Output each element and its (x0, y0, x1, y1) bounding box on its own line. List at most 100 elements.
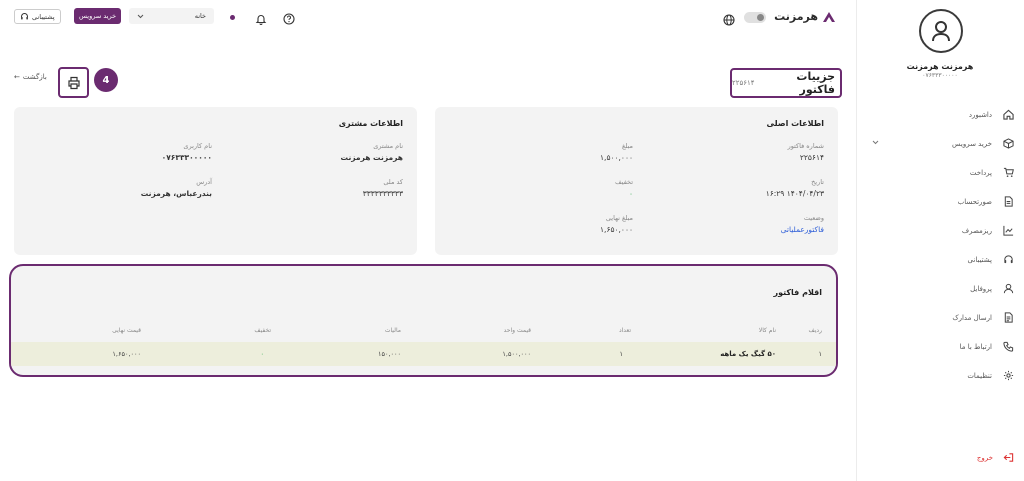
invoice-icon (1002, 196, 1014, 208)
table-header: ردیف نام کالا تعداد قیمت واحد مالیات تخف… (11, 324, 836, 336)
sidebar-item-invoice[interactable]: صورتحساب (856, 187, 1024, 216)
sidebar-item-label: پرداخت (969, 168, 992, 177)
brand-name: هرمزنت (774, 10, 818, 23)
globe-icon[interactable] (723, 11, 735, 30)
table-cell: ۱۵۰,۰۰۰ (377, 350, 401, 358)
table-row: ۱ ۵۰ گیگ یک ماهه ۱ ۱,۵۰۰,۰۰۰ ۱۵۰,۰۰۰ ۰ ۱… (11, 342, 836, 366)
logout-icon (1003, 452, 1014, 463)
status-dot (230, 15, 235, 20)
field-label: وضعیت (803, 214, 824, 222)
column-header: تعداد (618, 326, 631, 334)
invoice-items-card: اقلام فاکتور ردیف نام کالا تعداد قیمت وا… (9, 264, 838, 377)
logout-label: خروج (976, 453, 993, 462)
column-header: نام کالا (758, 326, 776, 334)
field-label: تخفیف (615, 178, 633, 186)
sidebar-item-dashboard[interactable]: داشبورد (856, 100, 1024, 129)
printer-icon (67, 76, 80, 89)
card-title: اطلاعات مشتری (338, 119, 403, 128)
page-title-box: جزییات فاکتور ۲۲۵۶۱۴ (730, 68, 842, 98)
username-field: نام کاربری ۰۷۶۳۳۳۰۰۰۰۰ (162, 142, 212, 162)
avatar[interactable] (919, 9, 963, 53)
back-link[interactable]: بازگشت ← (14, 73, 47, 81)
field-value: ۲۲۵۶۱۴ (799, 153, 824, 162)
customer-info-card: اطلاعات مشتری نام مشتری هرمزنت هرمزنت نا… (14, 107, 417, 255)
sidebar-item-profile[interactable]: پروفایل (856, 274, 1024, 303)
back-label: بازگشت (22, 73, 47, 81)
print-button[interactable] (58, 67, 89, 98)
brand-logo[interactable]: هرمزنت (774, 10, 836, 23)
bell-icon[interactable] (255, 10, 267, 29)
card-title: اطلاعات اصلی (766, 119, 824, 128)
sidebar-item-documents[interactable]: ارسال مدارک (856, 303, 1024, 332)
arrow-left-icon: ← (14, 73, 20, 81)
home-select[interactable]: خانه (129, 8, 214, 24)
support-button[interactable]: پشتیبانی (14, 9, 61, 24)
sidebar-item-label: خرید سرویس (951, 139, 992, 148)
sidebar-item-payment[interactable]: پرداخت (856, 158, 1024, 187)
status-link[interactable]: فاکتورعملیاتی (781, 225, 824, 234)
field-label: آدرس (196, 178, 212, 186)
invoice-number: ۲۲۵۶۱۴ (732, 79, 755, 87)
field-label: شماره فاکتور (787, 142, 824, 150)
field-value: ۰ (628, 189, 633, 198)
field-value: ۱,۵۰۰,۰۰۰ (600, 153, 633, 162)
support-label: پشتیبانی (32, 12, 55, 21)
sidebar-nav: داشبورد خرید سرویس پرداخت صورتحساب ریزمص… (856, 100, 1024, 390)
user-name: هرمزنت هرمزنت (906, 62, 974, 71)
field-label: مبلغ (621, 142, 633, 150)
document-icon (1002, 312, 1014, 324)
brand-mark-icon (823, 11, 835, 22)
status-field: وضعیت فاکتورعملیاتی (781, 214, 824, 234)
table-cell: ۱ (818, 350, 823, 358)
sidebar-item-label: ارسال مدارک (952, 313, 992, 322)
table-cell: ۵۰ گیگ یک ماهه (720, 350, 776, 358)
home-select-value: خانه (194, 12, 206, 20)
column-header: ردیف (808, 326, 822, 334)
field-label: نام کاربری (183, 142, 212, 150)
field-value: ۱۴۰۴/۰۴/۲۳ ۱۶:۲۹ (765, 189, 824, 198)
logout-button[interactable]: خروج (977, 452, 1014, 463)
field-value: ۰۷۶۳۳۳۰۰۰۰۰ (161, 153, 212, 162)
sidebar-item-label: پروفایل (970, 284, 992, 293)
chevron-down-icon[interactable] (872, 139, 879, 147)
customer-name-field: نام مشتری هرمزنت هرمزنت (341, 142, 403, 162)
sidebar-item-label: صورتحساب (957, 197, 992, 206)
sidebar-item-label: داشبورد (968, 110, 992, 119)
theme-toggle[interactable] (744, 12, 766, 23)
sidebar-item-label: تنظیمات (967, 371, 992, 380)
table-cell: ۰ (260, 350, 265, 358)
chevron-down-icon (137, 14, 144, 18)
chart-icon (1002, 225, 1014, 237)
sidebar-item-usage[interactable]: ریزمصرف (856, 216, 1024, 245)
headset-icon (21, 13, 28, 20)
field-value: ۳۳۳۳۳۳۳۳۳۳ (362, 189, 403, 198)
field-label: کد ملی (383, 178, 403, 186)
user-phone: ۰۷۶۳۳۳۰۰۰۰۰ (922, 72, 958, 79)
final-amount-field: مبلغ نهایی ۱,۶۵۰,۰۰۰ (600, 214, 633, 234)
field-value: هرمزنت هرمزنت (340, 153, 403, 162)
field-label: نام مشتری (373, 142, 403, 150)
sidebar-item-label: ریزمصرف (961, 226, 992, 235)
discount-field: تخفیف ۰ (615, 178, 633, 198)
sidebar-item-buy-service[interactable]: خرید سرویس (856, 129, 1024, 158)
column-header: تخفیف (254, 326, 271, 334)
column-header: مالیات (384, 326, 401, 334)
phone-icon (1002, 341, 1014, 353)
amount-field: مبلغ ۱,۵۰۰,۰۰۰ (600, 142, 633, 162)
sidebar-item-contact[interactable]: ارتباط با ما (856, 332, 1024, 361)
table-cell: ۱ (619, 350, 624, 358)
field-label: تاریخ (811, 178, 824, 186)
national-code-field: کد ملی ۳۳۳۳۳۳۳۳۳۳ (363, 178, 403, 198)
sidebar-item-label: پشتیبانی (967, 255, 992, 264)
help-icon[interactable] (283, 10, 295, 29)
column-header: قیمت واحد (503, 326, 531, 334)
field-value: بندرعباس، هرمزنت (140, 189, 212, 198)
step-badge: 4 (94, 68, 118, 92)
sidebar-item-support[interactable]: پشتیبانی (856, 245, 1024, 274)
sidebar-item-settings[interactable]: تنظیمات (856, 361, 1024, 390)
buy-service-button[interactable]: خرید سرویس (74, 8, 122, 24)
page-title: جزییات فاکتور (796, 70, 835, 96)
sidebar: هرمزنت هرمزنت ۰۷۶۳۳۳۰۰۰۰۰ داشبورد خرید س… (856, 0, 1024, 481)
address-field: آدرس بندرعباس، هرمزنت (141, 178, 212, 198)
table-cell: ۱,۵۰۰,۰۰۰ (502, 350, 531, 358)
